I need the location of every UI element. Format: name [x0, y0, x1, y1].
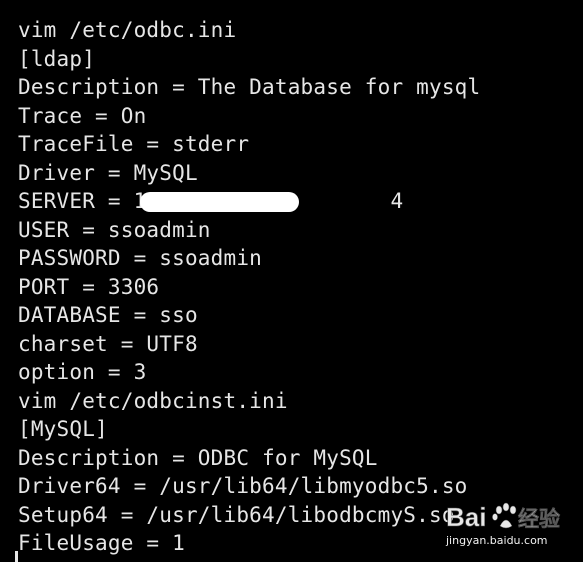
terminal-line: vim /etc/odbcinst.ini: [18, 389, 288, 413]
baidu-jingyan-watermark: Bai 经验 jingyan.baidu.com: [440, 494, 580, 554]
svg-text:经验: 经验: [518, 507, 560, 531]
terminal-line: Setup64 = /usr/lib64/libodbcmyS.so: [18, 503, 455, 527]
terminal-line: FileUsage = 1: [18, 531, 185, 555]
terminal-line: vim /etc/odbc.ini: [18, 18, 237, 42]
terminal-line: Trace = On: [18, 104, 147, 128]
terminal-line: [ldap]: [18, 47, 96, 71]
terminal-line: PASSWORD = ssoadmin: [18, 246, 263, 270]
text-cursor: [15, 551, 18, 562]
terminal-line: Driver64 = /usr/lib64/libmyodbc5.so: [18, 474, 468, 498]
terminal-line: USER = ssoadmin: [18, 218, 211, 242]
terminal-line: PORT = 3306: [18, 275, 160, 299]
terminal-line: Description = ODBC for MySQL: [18, 446, 378, 470]
svg-text:Bai: Bai: [446, 502, 486, 532]
terminal-line: Driver = MySQL: [18, 161, 198, 185]
terminal-line: option = 3: [18, 360, 147, 384]
baidu-logo-icon: Bai 经验: [446, 502, 561, 533]
terminal-line: [MySQL]: [18, 417, 108, 441]
redaction-bar: [140, 192, 299, 212]
terminal-line: charset = UTF8: [18, 332, 198, 356]
terminal-line: DATABASE = sso: [18, 303, 198, 327]
terminal-line: Description = The Database for mysql: [18, 75, 481, 99]
terminal-window[interactable]: vim /etc/odbc.ini [ldap] Description = T…: [0, 0, 583, 562]
terminal-line: TraceFile = stderr: [18, 132, 250, 156]
watermark-url: jingyan.baidu.com: [446, 534, 548, 547]
